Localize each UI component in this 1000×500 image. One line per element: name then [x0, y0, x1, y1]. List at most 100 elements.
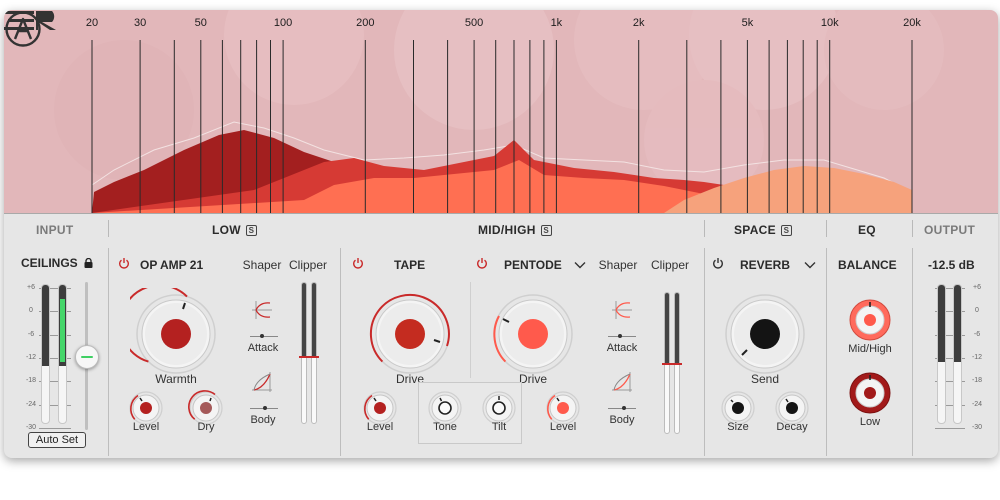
- arturia-logo-icon: [5, 11, 41, 47]
- section-separator: [826, 220, 827, 237]
- plugin-window: 20 30 50 100 200 500 1k 2k 5k 10k 20k INPUT LOW S M…: [4, 10, 998, 458]
- output-scale-label: -30: [971, 424, 983, 431]
- tape-level-label: Level: [366, 421, 394, 433]
- low-body-label: Body: [250, 414, 276, 426]
- input-scale-label: -24: [25, 400, 37, 408]
- low-body-handle[interactable]: [263, 406, 267, 410]
- output-meter-left: [937, 284, 946, 424]
- mid-divider: [470, 282, 471, 378]
- output-scale-label: -6: [973, 330, 981, 338]
- output-scale-label: +6: [973, 284, 981, 291]
- input-scale-label: 0: [29, 307, 33, 315]
- pentode-drive-knob[interactable]: [487, 288, 579, 380]
- tilt-label: Tilt: [491, 421, 507, 433]
- low-clipper-threshold[interactable]: [299, 355, 319, 358]
- bg-circle: [824, 10, 944, 110]
- section-eq: EQ: [858, 223, 876, 237]
- input-scale-tick: [39, 428, 71, 429]
- attack-shape-icon[interactable]: [250, 298, 274, 322]
- section-output: OUTPUT: [924, 223, 976, 237]
- low-attack-handle[interactable]: [260, 334, 264, 338]
- reverb-title[interactable]: REVERB: [740, 258, 790, 272]
- tape-power-icon[interactable]: [352, 257, 364, 269]
- panel-separator: [108, 248, 109, 456]
- frequency-label: 5k: [741, 17, 754, 29]
- frequency-label: 100: [273, 17, 293, 29]
- section-mid-high-label: MID/HIGH: [478, 223, 536, 237]
- reverb-send-knob[interactable]: [719, 288, 811, 380]
- mid-body-handle[interactable]: [622, 406, 626, 410]
- pentode-level-label: Level: [549, 421, 577, 433]
- lock-icon[interactable]: [84, 257, 93, 268]
- auto-set-button[interactable]: Auto Set: [28, 432, 86, 448]
- mid-body-label: Body: [609, 414, 635, 426]
- frequency-label: 2k: [632, 17, 645, 29]
- tone-label: Tone: [433, 421, 457, 433]
- frequency-label: 20: [85, 17, 99, 29]
- input-scale-label: -6: [27, 330, 35, 338]
- frequency-label: 500: [464, 17, 484, 29]
- input-scale-label: +6: [27, 284, 35, 291]
- reverb-chevron-down-icon[interactable]: [804, 261, 816, 269]
- frequency-label: 200: [356, 17, 375, 29]
- input-scale-label: -30: [25, 424, 37, 431]
- pentode-title[interactable]: PENTODE: [504, 258, 562, 272]
- mid-body-shape-icon[interactable]: [610, 370, 634, 394]
- low-level-label: Level: [132, 421, 160, 433]
- section-low-label: LOW: [212, 223, 241, 237]
- input-scale-label: -12: [25, 354, 37, 361]
- mid-clipper-threshold[interactable]: [662, 363, 682, 365]
- mid-attack-shape-icon[interactable]: [610, 298, 634, 322]
- spectrum-analyzer[interactable]: 20 30 50 100 200 500 1k 2k 5k 10k 20k: [4, 10, 998, 213]
- section-mid-high[interactable]: MID/HIGH S: [478, 223, 552, 237]
- section-space[interactable]: SPACE S: [734, 223, 792, 237]
- output-scale-label: 0: [975, 307, 979, 315]
- reverb-send-label: Send: [750, 372, 780, 386]
- output-value[interactable]: -12.5 dB: [928, 258, 975, 272]
- low-attack-label: Attack: [247, 342, 279, 354]
- output-scale-tick: [935, 428, 965, 429]
- solo-low-button[interactable]: S: [245, 225, 257, 236]
- pentode-power-icon[interactable]: [476, 257, 488, 269]
- panel-separator: [704, 248, 705, 456]
- solo-space-button[interactable]: S: [780, 225, 792, 236]
- output-scale-label: -24: [971, 400, 983, 408]
- section-separator: [108, 220, 109, 237]
- low-module-title[interactable]: OP AMP 21: [140, 258, 203, 272]
- tape-title[interactable]: TAPE: [394, 258, 425, 272]
- warmth-knob[interactable]: [130, 288, 222, 380]
- reverb-power-icon[interactable]: [712, 257, 724, 269]
- low-attack-slider[interactable]: [250, 336, 278, 337]
- frequency-label: 1k: [550, 17, 563, 29]
- section-low[interactable]: LOW S: [212, 223, 257, 237]
- output-scale-label: -12: [971, 354, 983, 361]
- solo-mid-high-button[interactable]: S: [540, 225, 552, 236]
- mid-high-balance-knob[interactable]: [848, 298, 892, 342]
- section-input: INPUT: [36, 223, 74, 237]
- body-shape-icon[interactable]: [250, 370, 274, 394]
- panel-separator: [912, 248, 913, 456]
- mid-attack-label: Attack: [606, 342, 638, 354]
- ceiling-thumb-indicator: [81, 355, 93, 358]
- mid-attack-handle[interactable]: [618, 334, 622, 338]
- mid-attack-slider[interactable]: [608, 336, 636, 337]
- reverb-size-label: Size: [727, 421, 749, 433]
- ceilings-label: CEILINGS: [21, 256, 78, 270]
- frequency-label: 20k: [903, 17, 921, 29]
- ceiling-slider-thumb[interactable]: [75, 344, 99, 369]
- input-meter-right: [58, 284, 67, 424]
- section-separator: [912, 220, 913, 237]
- tape-drive-knob[interactable]: [364, 288, 456, 380]
- pentode-chevron-down-icon[interactable]: [574, 261, 586, 269]
- input-meter-left: [41, 284, 50, 424]
- low-clipper-right[interactable]: [311, 282, 317, 424]
- low-clipper-left[interactable]: [301, 282, 307, 424]
- output-scale-label: -18: [971, 377, 983, 385]
- low-balance-label: Low: [859, 416, 881, 428]
- mid-high-balance-label: Mid/High: [848, 343, 892, 355]
- balance-title: BALANCE: [838, 258, 897, 272]
- low-power-icon[interactable]: [118, 257, 130, 269]
- low-balance-knob[interactable]: [848, 371, 892, 415]
- panel-separator: [340, 248, 341, 456]
- mid-clipper-label: Clipper: [650, 258, 690, 272]
